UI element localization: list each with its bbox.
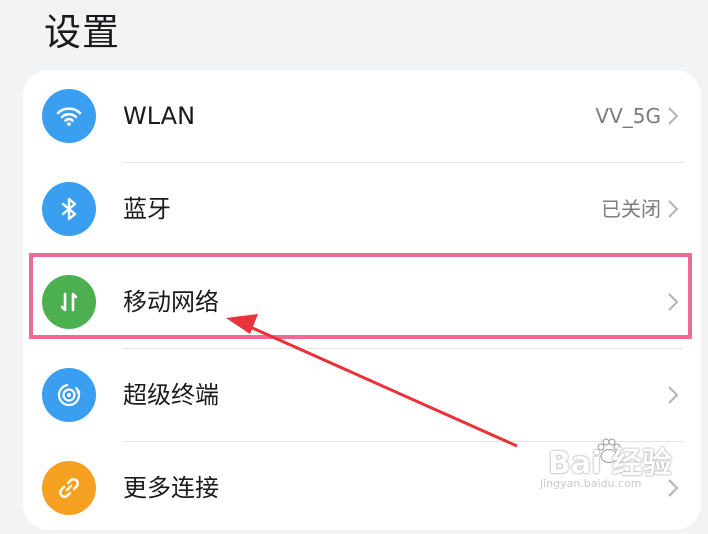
row-label: 蓝牙 — [123, 195, 171, 223]
row-label: 更多连接 — [123, 474, 219, 502]
row-value: VV_5G — [595, 104, 661, 128]
super-device-icon — [42, 368, 96, 422]
annotation-highlight-box — [29, 253, 692, 339]
watermark-url: jingyan.baidu.com — [540, 477, 642, 490]
row-label: WLAN — [123, 102, 196, 130]
chevron-right-icon — [668, 386, 679, 404]
row-value: 已关闭 — [601, 197, 661, 221]
settings-row-super-device[interactable]: 超级终端 — [23, 349, 701, 441]
settings-row-wlan[interactable]: WLAN VV_5G — [23, 70, 701, 162]
settings-row-bluetooth[interactable]: 蓝牙 已关闭 — [23, 163, 701, 255]
link-icon — [42, 461, 96, 515]
chevron-right-icon — [668, 107, 679, 125]
chevron-right-icon — [668, 200, 679, 218]
bluetooth-icon — [42, 182, 96, 236]
wifi-icon — [42, 89, 96, 143]
watermark-brand: Bai 经验 — [548, 446, 672, 481]
row-label: 超级终端 — [123, 381, 219, 409]
page-title: 设置 — [44, 11, 120, 54]
